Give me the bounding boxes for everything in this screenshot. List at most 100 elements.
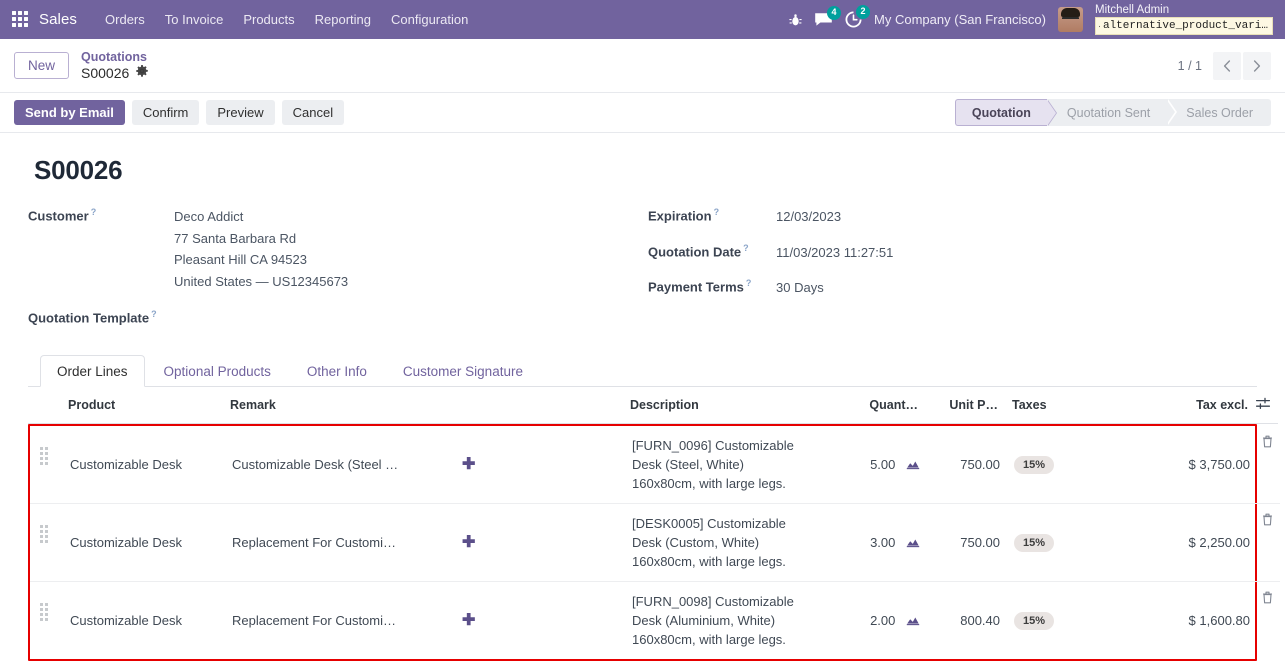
cell-quantity[interactable]: 3.00 <box>826 503 924 583</box>
plus-icon[interactable]: ✚ <box>462 612 475 629</box>
order-lines-table: Product Remark Description Quant… Unit P… <box>28 387 1278 425</box>
cell-taxes[interactable]: 15% <box>1004 503 1124 583</box>
breadcrumb-parent-quotations[interactable]: Quotations <box>81 50 148 65</box>
column-quantity: Quant… <box>824 387 922 425</box>
tab-order-lines[interactable]: Order Lines <box>40 355 145 388</box>
cancel-button[interactable]: Cancel <box>281 100 345 125</box>
cell-product[interactable]: Customizable Desk <box>60 503 228 583</box>
cell-remark[interactable]: Replacement For Customi… <box>228 503 458 583</box>
drag-handle-icon[interactable] <box>40 525 48 544</box>
cell-quantity[interactable]: 2.00 <box>826 582 924 660</box>
nav-item-orders[interactable]: Orders <box>95 8 155 31</box>
tab-customer-signature[interactable]: Customer Signature <box>386 355 540 387</box>
status-sales-order[interactable]: Sales Order <box>1166 99 1271 126</box>
cell-unit-price[interactable]: 750.00 <box>924 503 1004 583</box>
quantity-value: 5.00 <box>870 457 896 473</box>
bug-icon[interactable] <box>789 13 802 27</box>
nav-item-products[interactable]: Products <box>233 8 304 31</box>
cell-delete[interactable] <box>1254 426 1280 505</box>
status-quotation[interactable]: Quotation <box>954 99 1057 126</box>
pager-previous-button[interactable] <box>1213 51 1241 80</box>
preview-button[interactable]: Preview <box>206 100 275 125</box>
drag-handle-icon[interactable] <box>40 447 48 466</box>
trash-icon[interactable] <box>1262 435 1273 451</box>
row-drag-cell[interactable] <box>30 503 60 583</box>
column-handle <box>28 387 58 425</box>
row-drag-cell[interactable] <box>30 426 60 505</box>
send-by-email-button[interactable]: Send by Email <box>14 100 125 125</box>
tab-other-info[interactable]: Other Info <box>290 355 384 387</box>
nav-item-configuration[interactable]: Configuration <box>381 8 478 31</box>
cell-delete[interactable] <box>1254 503 1280 583</box>
apps-grid-icon[interactable] <box>12 10 30 29</box>
cell-tax-excl-total: $ 3,750.00 <box>1124 426 1254 505</box>
forecast-chart-icon[interactable] <box>906 537 920 548</box>
messages-icon[interactable]: 4 <box>814 5 842 28</box>
form-left-column: Customer? Deco Addict 77 Santa Barbara R… <box>28 206 648 336</box>
field-payment-terms-value[interactable]: 30 Days <box>776 277 824 299</box>
customer-address-line-3: United States — US12345673 <box>174 273 349 289</box>
cell-product[interactable]: Customizable Desk <box>60 426 228 505</box>
sliders-icon[interactable] <box>1255 397 1271 413</box>
avatar[interactable] <box>1058 7 1083 32</box>
trash-icon[interactable] <box>1262 591 1273 607</box>
cell-add-optional[interactable]: ✚ <box>458 503 628 583</box>
table-row[interactable]: Customizable Desk Replacement For Custom… <box>30 503 1280 583</box>
forecast-chart-icon[interactable] <box>906 615 920 626</box>
top-navbar: Sales Orders To Invoice Products Reporti… <box>0 0 1285 39</box>
tab-optional-products[interactable]: Optional Products <box>147 355 288 387</box>
notebook: Order Lines Optional Products Other Info… <box>28 354 1280 661</box>
customer-name[interactable]: Deco Addict <box>174 206 348 228</box>
field-quotation-date: Quotation Date? 11/03/2023 11:27:51 <box>648 242 1257 264</box>
cell-quantity[interactable]: 5.00 <box>826 426 924 505</box>
forecast-chart-icon[interactable] <box>906 459 920 470</box>
cell-remark[interactable]: Replacement For Customi… <box>228 582 458 660</box>
cell-delete[interactable] <box>1254 582 1280 660</box>
cell-description[interactable]: [DESK0005] Customizable Desk (Custom, Wh… <box>628 503 826 583</box>
cell-taxes[interactable]: 15% <box>1004 426 1124 505</box>
activities-icon[interactable]: 2 <box>845 5 871 28</box>
cell-unit-price[interactable]: 750.00 <box>924 426 1004 505</box>
field-expiration-value[interactable]: 12/03/2023 <box>776 206 841 228</box>
order-lines-body-table: Customizable Desk Customizable Desk (Ste… <box>30 426 1280 659</box>
drag-handle-icon[interactable] <box>40 603 48 622</box>
messages-badge: 4 <box>827 5 842 20</box>
plus-icon[interactable]: ✚ <box>462 456 475 473</box>
description-line-3: 160x80cm, with large legs. <box>632 476 786 492</box>
field-quotation-date-value[interactable]: 11/03/2023 11:27:51 <box>776 242 893 264</box>
table-row[interactable]: Customizable Desk Customizable Desk (Ste… <box>30 426 1280 505</box>
user-name-label: Mitchell Admin <box>1095 4 1170 16</box>
nav-item-to-invoice[interactable]: To Invoice <box>155 8 234 31</box>
notebook-tabs: Order Lines Optional Products Other Info… <box>28 354 1257 388</box>
status-quotation-sent[interactable]: Quotation Sent <box>1046 99 1178 126</box>
cell-description[interactable]: [FURN_0096] Customizable Desk (Steel, Wh… <box>628 426 826 505</box>
cell-remark[interactable]: Customizable Desk (Steel … <box>228 426 458 505</box>
debug-xmlid-pill[interactable]: alternative_product_vari… <box>1095 17 1273 35</box>
trash-icon[interactable] <box>1262 513 1273 529</box>
cell-unit-price[interactable]: 800.40 <box>924 582 1004 660</box>
navbar-right-group: 4 2 My Company (San Francisco) Mitchell … <box>789 4 1275 35</box>
form-sheet: S00026 Customer? Deco Addict 77 Santa Ba… <box>0 133 1285 661</box>
order-lines-panel: Product Remark Description Quant… Unit P… <box>28 387 1280 661</box>
user-menu[interactable]: Mitchell Admin alternative_product_vari… <box>1095 4 1273 35</box>
pager-next-button[interactable] <box>1243 51 1271 80</box>
app-brand-sales[interactable]: Sales <box>39 11 77 28</box>
cell-description[interactable]: [FURN_0098] Customizable Desk (Aluminium… <box>628 582 826 660</box>
cell-product[interactable]: Customizable Desk <box>60 582 228 660</box>
company-selector[interactable]: My Company (San Francisco) <box>874 12 1046 27</box>
cell-taxes[interactable]: 15% <box>1004 582 1124 660</box>
table-row[interactable]: Customizable Desk Replacement For Custom… <box>30 582 1280 660</box>
cell-add-optional[interactable]: ✚ <box>458 582 628 660</box>
nav-item-reporting[interactable]: Reporting <box>305 8 381 31</box>
field-customer-value[interactable]: Deco Addict 77 Santa Barbara Rd Pleasant… <box>168 206 348 292</box>
plus-icon[interactable]: ✚ <box>462 534 475 551</box>
action-status-bar: Send by Email Confirm Preview Cancel Quo… <box>0 93 1285 133</box>
field-customer: Customer? Deco Addict 77 Santa Barbara R… <box>28 206 648 292</box>
row-drag-cell[interactable] <box>30 582 60 660</box>
cell-add-optional[interactable]: ✚ <box>458 426 628 505</box>
new-button[interactable]: New <box>14 52 70 79</box>
breadcrumb-current: S00026 <box>81 65 149 81</box>
confirm-button[interactable]: Confirm <box>131 100 200 125</box>
required-marker: ? <box>713 207 720 217</box>
gear-icon[interactable] <box>136 65 149 81</box>
